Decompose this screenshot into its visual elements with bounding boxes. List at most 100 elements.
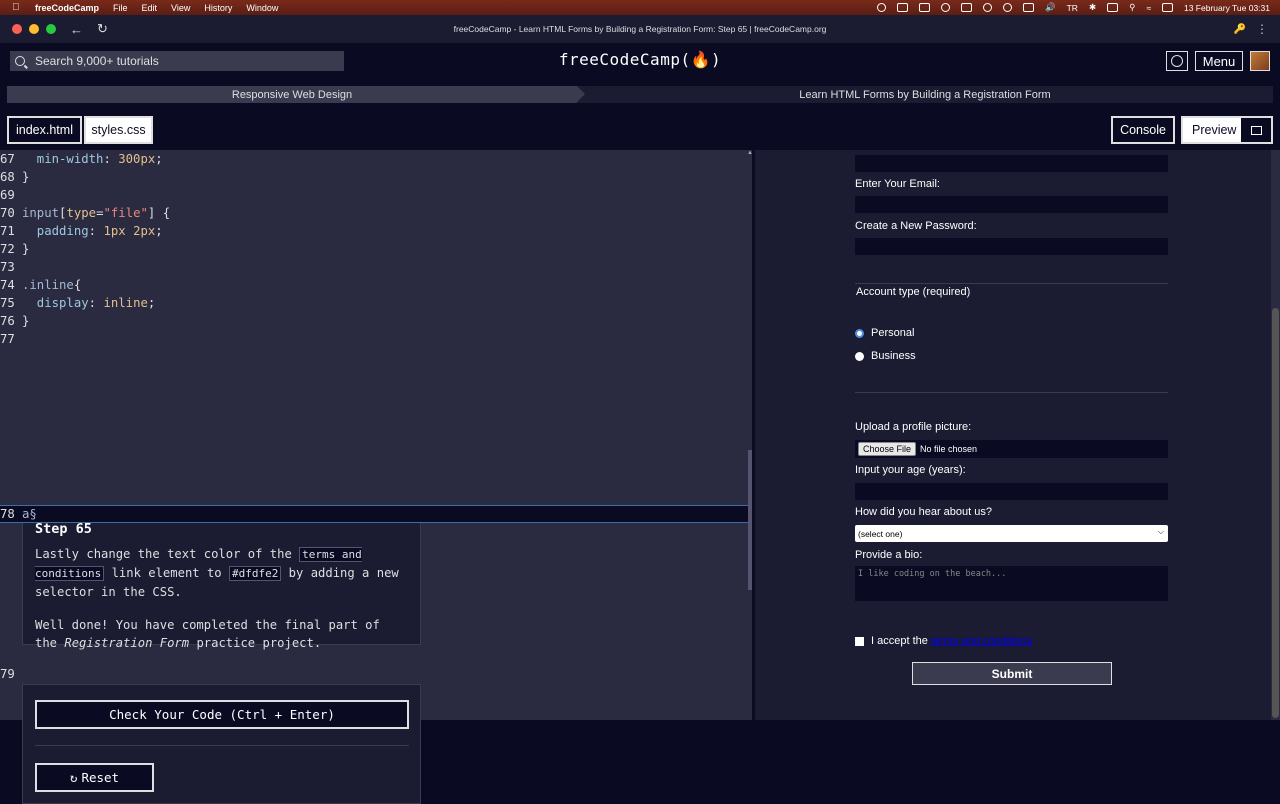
code-line[interactable]: 68} [0,168,748,186]
referrer-select[interactable]: (select one) ⌵ [855,525,1168,542]
code-token: { [73,278,82,292]
code-token: type [66,206,97,220]
tab-styles-css[interactable]: styles.css [84,116,153,144]
step-title: Step 65 [35,521,92,537]
chevron-down-icon: ⌵ [1157,527,1164,536]
email-input[interactable] [855,196,1168,213]
window-title: freeCodeCamp - Learn HTML Forms by Build… [453,24,827,34]
volume-icon[interactable]: 🔊 [1045,2,1056,13]
menu-clock[interactable]: 13 February Tue 03:31 [1184,3,1270,13]
code-line[interactable]: 77 [0,330,748,348]
wifi-icon[interactable]: ≈ [1146,3,1151,13]
code-token: min-width [22,152,104,166]
file-input[interactable]: Choose File No file chosen [855,440,1168,458]
battery-icon[interactable] [1107,3,1119,12]
menu-view[interactable]: View [171,3,190,13]
breadcrumb-block[interactable]: Learn HTML Forms by Building a Registrat… [577,86,1273,103]
radio-button[interactable] [855,351,864,361]
app-status-icon[interactable] [897,3,909,12]
menu-file[interactable]: File [113,3,128,13]
key-icon[interactable]: 🔑 [1234,24,1246,35]
submit-button[interactable]: Submit [912,662,1112,685]
code-line[interactable]: 79 [0,665,748,683]
reset-label: Reset [81,770,120,785]
bluetooth-icon[interactable]: ✱ [1089,2,1096,13]
step-instruction: Lastly change the text color of the term… [35,547,399,599]
menu-app-name[interactable]: freeCodeCamp [35,3,99,13]
preview-button[interactable]: Preview [1181,116,1273,144]
preview-pane: Enter Your Email: Create a New Password:… [755,150,1271,720]
password-input[interactable] [855,238,1168,255]
age-input[interactable] [855,483,1168,500]
globe-icon [1171,55,1183,67]
code-line[interactable]: 73 [0,258,748,276]
radio-business[interactable]: Business [855,350,916,362]
display-icon[interactable] [1023,3,1035,12]
more-options-icon[interactable]: ⋮ [1256,22,1268,36]
active-code-line[interactable]: 78 a§ [0,505,748,523]
code-token: ; [155,152,163,166]
record-icon[interactable] [877,3,887,12]
input-source-indicator[interactable]: TR [1067,3,1078,13]
breadcrumb-superblock[interactable]: Responsive Web Design [7,86,585,103]
apple-icon[interactable]:  [12,2,24,13]
console-button[interactable]: Console [1111,116,1175,144]
cloud-icon[interactable] [941,3,951,12]
search-icon [15,56,25,66]
menu-button[interactable]: Menu [1195,51,1243,71]
name-input[interactable] [855,155,1168,172]
reset-icon: ↻ [69,770,78,785]
reset-button[interactable]: ↻ Reset [35,763,154,792]
file-status: No file chosen [920,444,978,454]
play-icon[interactable] [983,3,993,12]
code-line[interactable]: 67 min-width: 300px; [0,150,748,168]
radio-personal[interactable]: Personal [855,327,914,339]
menu-edit[interactable]: Edit [142,3,158,13]
code-token: : [88,224,104,238]
terms-checkbox[interactable] [855,636,864,646]
bio-textarea[interactable]: I like coding on the beach... [855,566,1168,601]
upload-label: Upload a profile picture: [855,421,972,433]
line-number: 79 [0,667,15,681]
zoom-window-button[interactable] [46,24,56,34]
code-editor[interactable]: 67 min-width: 300px; 68} 69 70 input[type = "f… [0,150,752,804]
line-number: 76 [0,314,15,328]
avatar[interactable] [1250,51,1270,71]
tab-index-html[interactable]: index.html [7,116,82,144]
line-number: 78 [0,507,15,521]
code-line[interactable]: 71 padding: 1px 2px; [0,222,748,240]
code-token: ] { [147,206,171,220]
search-placeholder: Search 9,000+ tutorials [35,54,159,68]
clipboard-icon[interactable] [961,3,973,12]
code-line[interactable]: 76} [0,312,748,330]
search-bar[interactable]: Search 9,000+ tutorials [10,51,344,71]
close-window-button[interactable] [12,24,22,34]
reload-icon[interactable]: ↻ [97,21,108,37]
popout-icon[interactable] [1241,118,1271,142]
code-line[interactable]: 72} [0,240,748,258]
minimize-window-button[interactable] [29,24,39,34]
extension-icon[interactable] [919,3,931,12]
check-code-button[interactable]: Check Your Code (Ctrl + Enter) [35,700,409,729]
language-button[interactable] [1166,51,1188,71]
line-code[interactable]: a§ [22,507,37,521]
back-arrow-icon[interactable]: ← [70,22,83,37]
line-number: 74 [0,278,15,292]
menu-history[interactable]: History [204,3,232,13]
choose-file-button[interactable]: Choose File [858,442,917,456]
preview-scrollbar[interactable] [1271,150,1280,720]
code-token: ; [155,224,163,238]
spotlight-search-icon[interactable]: ⚲ [1129,2,1135,13]
code-line[interactable]: 70 input[type = "file"] { [0,204,748,222]
user-icon[interactable] [1003,3,1013,12]
code-line[interactable]: 69 [0,186,748,204]
radio-button[interactable] [855,328,864,338]
divider [35,745,409,746]
account-type-legend: Account type (required) [856,286,971,298]
code-line[interactable]: 74 .inline{ [0,276,748,294]
scrollbar-thumb[interactable] [1272,308,1279,718]
control-center-icon[interactable] [1161,3,1173,12]
menu-window[interactable]: Window [246,3,278,13]
code-line[interactable]: 75 display: inline; [0,294,748,312]
terms-link[interactable]: terms and conditions [931,635,1033,647]
